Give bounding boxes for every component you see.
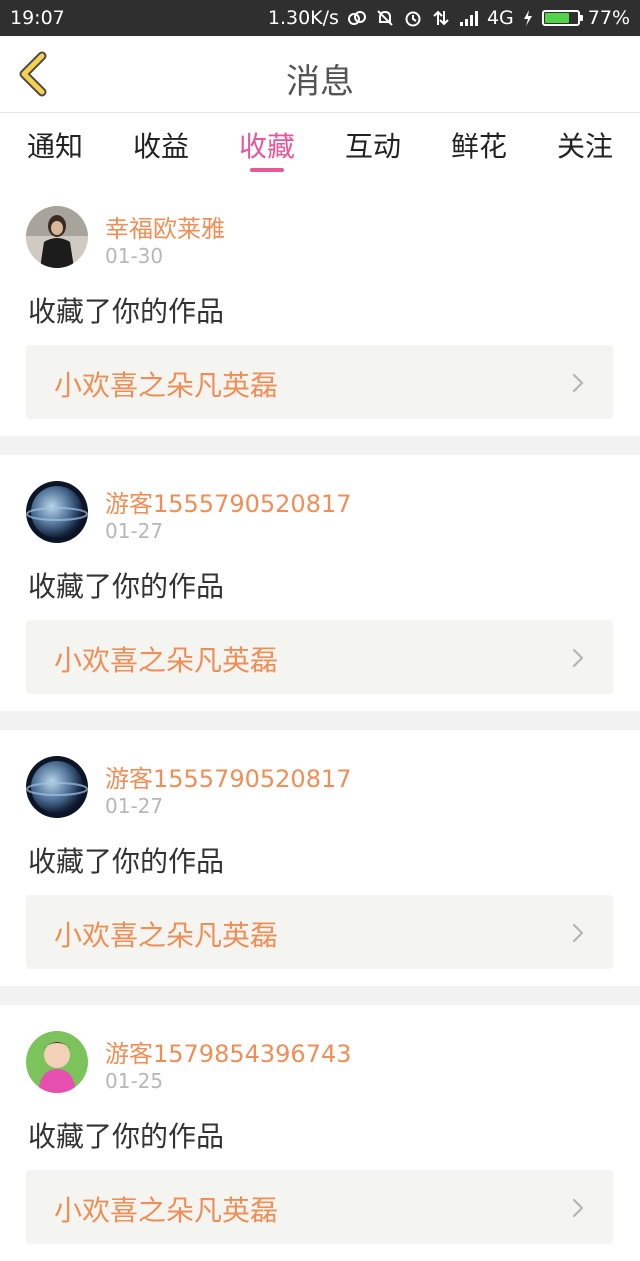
bell-mute-icon: [377, 10, 393, 26]
chevron-right-icon: [572, 648, 584, 668]
signal-icon: [459, 11, 478, 26]
list-item: 幸福欧莱雅 01-30 收藏了你的作品 小欢喜之朵凡英磊: [0, 180, 640, 436]
work-title: 小欢喜之朵凡英磊: [54, 919, 279, 952]
net-speed: 1.30K/s: [267, 7, 339, 29]
work-link[interactable]: 小欢喜之朵凡英磊: [26, 620, 613, 694]
network-type: 4G: [486, 7, 514, 29]
active-tab-indicator: [250, 168, 284, 172]
tab-bar: 通知 收益 收藏 互动 鲜花 关注: [0, 113, 640, 179]
message-text: 收藏了你的作品: [28, 845, 225, 878]
work-link[interactable]: 小欢喜之朵凡英磊: [26, 345, 613, 419]
message-text: 收藏了你的作品: [28, 295, 225, 328]
tab-earnings[interactable]: 收益: [108, 125, 214, 165]
tab-follow[interactable]: 关注: [532, 125, 638, 165]
chevron-right-icon: [572, 1198, 584, 1218]
tab-notify[interactable]: 通知: [2, 125, 108, 165]
message-feed: 幸福欧莱雅 01-30 收藏了你的作品 小欢喜之朵凡英磊 游客155579052…: [0, 180, 640, 1261]
work-title: 小欢喜之朵凡英磊: [54, 644, 279, 677]
battery-icon: [541, 10, 583, 26]
divider: [0, 986, 640, 1005]
avatar[interactable]: [26, 1031, 88, 1093]
link-icon: [347, 11, 366, 25]
status-bar: 19:07 1.30K/s 4G 77%: [0, 0, 640, 36]
username[interactable]: 幸福欧莱雅: [105, 209, 225, 244]
work-link[interactable]: 小欢喜之朵凡英磊: [26, 1170, 613, 1244]
app-header: 消息: [0, 36, 640, 113]
username[interactable]: 游客1555790520817: [105, 759, 352, 794]
divider: [0, 711, 640, 730]
list-item: 游客1579854396743 01-25 收藏了你的作品 小欢喜之朵凡英磊: [0, 1005, 640, 1261]
charging-icon: [523, 10, 532, 26]
message-date: 01-27: [105, 794, 164, 818]
battery-percent: 77%: [587, 7, 630, 29]
list-item: 游客1555790520817 01-27 收藏了你的作品 小欢喜之朵凡英磊: [0, 455, 640, 711]
message-text: 收藏了你的作品: [28, 570, 225, 603]
work-link[interactable]: 小欢喜之朵凡英磊: [26, 895, 613, 969]
chevron-right-icon: [572, 373, 584, 393]
status-time: 19:07: [10, 7, 65, 29]
work-title: 小欢喜之朵凡英磊: [54, 369, 279, 402]
data-arrows-icon: [433, 10, 449, 26]
message-text: 收藏了你的作品: [28, 1120, 225, 1153]
tab-favorites[interactable]: 收藏: [214, 125, 320, 165]
avatar[interactable]: [26, 481, 88, 543]
tab-interact[interactable]: 互动: [320, 125, 426, 165]
work-title: 小欢喜之朵凡英磊: [54, 1194, 279, 1227]
avatar[interactable]: [26, 756, 88, 818]
message-date: 01-30: [105, 244, 164, 268]
tab-flowers[interactable]: 鲜花: [426, 125, 532, 165]
username[interactable]: 游客1579854396743: [105, 1034, 352, 1069]
status-icons: 1.30K/s 4G 77%: [268, 7, 630, 29]
page-title: 消息: [286, 62, 354, 102]
avatar[interactable]: [26, 206, 88, 268]
divider: [0, 436, 640, 455]
message-date: 01-25: [105, 1069, 164, 1093]
chevron-right-icon: [572, 923, 584, 943]
username[interactable]: 游客1555790520817: [105, 484, 352, 519]
alarm-icon: [405, 11, 421, 27]
message-date: 01-27: [105, 519, 164, 543]
list-item: 游客1555790520817 01-27 收藏了你的作品 小欢喜之朵凡英磊: [0, 730, 640, 986]
